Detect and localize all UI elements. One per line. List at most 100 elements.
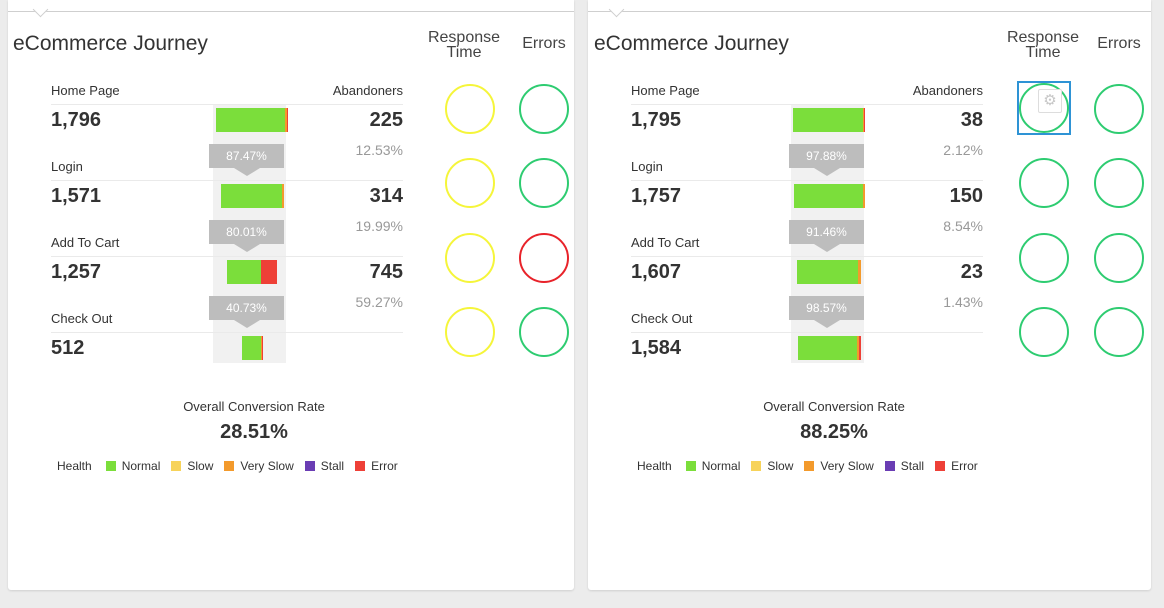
- errors-header: Errors: [522, 35, 566, 52]
- badge-arrow: [233, 168, 260, 176]
- badge-arrow: [813, 168, 840, 176]
- legend-item-error: Error: [355, 459, 398, 473]
- step-divider: [51, 104, 403, 105]
- health-segment-normal: [793, 108, 863, 132]
- legend-label: Normal: [121, 459, 161, 473]
- step-health-bar[interactable]: [221, 184, 284, 208]
- step-count: 1,757: [631, 185, 682, 207]
- step-health-bar[interactable]: [793, 108, 865, 132]
- legend-item-error: Error: [935, 459, 978, 473]
- errors-status-ring[interactable]: [519, 233, 569, 283]
- health-legend: Health Normal Slow Very Slow Stall Error: [57, 459, 409, 473]
- step-conversion-badge: 91.46%: [789, 220, 864, 252]
- response-time-status-ring[interactable]: [445, 84, 495, 134]
- legend-swatch: [304, 461, 315, 471]
- step-health-bar[interactable]: [216, 108, 288, 132]
- response-time-header: Response Time: [1006, 29, 1080, 61]
- step-divider: [631, 256, 983, 257]
- step-health-bar[interactable]: [227, 260, 277, 284]
- legend-label: Slow: [187, 459, 214, 473]
- errors-status-ring[interactable]: [519, 84, 569, 134]
- legend-item-very-slow: Very Slow: [224, 459, 294, 473]
- response-time-status-ring[interactable]: [445, 233, 495, 283]
- step-name: Check Out: [631, 311, 693, 326]
- response-time-status-ring[interactable]: [445, 158, 495, 208]
- step-divider: [51, 256, 403, 257]
- legend-swatch: [935, 461, 946, 471]
- abandoners-count: 38: [960, 109, 983, 131]
- abandoners-count: 745: [369, 261, 403, 283]
- legend-item-slow: Slow: [751, 459, 793, 473]
- health-segment-normal: [221, 184, 283, 208]
- step-conversion-badge: 40.73%: [209, 296, 284, 328]
- response-time-status-ring[interactable]: [1019, 233, 1069, 283]
- step-health-bar[interactable]: [794, 184, 865, 208]
- abandon-pct: 1.43%: [943, 294, 983, 310]
- abandoners-header: Abandoners: [912, 83, 983, 98]
- step-name: Home Page: [631, 83, 700, 98]
- step-health-bar[interactable]: [242, 336, 263, 360]
- step-conversion-badge: 97.88%: [789, 144, 864, 176]
- health-segment-error: [261, 260, 277, 284]
- journey-panel-1: eCommerce Journey Response Time Errors A…: [8, 0, 574, 590]
- response-time-status-ring[interactable]: [1019, 158, 1069, 208]
- panel-notch: [32, 1, 49, 18]
- badge-arrow: [813, 244, 840, 252]
- badge-arrow: [233, 244, 260, 252]
- errors-status-ring[interactable]: [1094, 158, 1144, 208]
- legend-label: Stall: [320, 459, 345, 473]
- abandoners-count: 225: [369, 109, 403, 131]
- legend-label: Very Slow: [820, 459, 874, 473]
- step-divider: [631, 104, 983, 105]
- overall-conversion-label: Overall Conversion Rate: [763, 399, 905, 414]
- abandoners-count: 150: [949, 185, 983, 207]
- health-segment-normal: [794, 184, 863, 208]
- step-name: Login: [631, 159, 663, 174]
- response-time-status-ring[interactable]: [1019, 307, 1069, 357]
- legend-swatch: [355, 461, 366, 471]
- legend-label: Stall: [900, 459, 925, 473]
- legend-item-slow: Slow: [171, 459, 213, 473]
- legend-title: Health: [57, 459, 92, 473]
- step-name: Add To Cart: [631, 235, 700, 250]
- errors-status-ring[interactable]: [1094, 84, 1144, 134]
- legend-swatch: [804, 461, 815, 471]
- errors-status-ring[interactable]: [519, 158, 569, 208]
- response-time-status-ring[interactable]: [445, 307, 495, 357]
- step-divider: [51, 180, 403, 181]
- legend-label: Slow: [767, 459, 794, 473]
- gear-icon[interactable]: ⚙: [1038, 89, 1062, 113]
- legend-label: Error: [371, 459, 398, 473]
- overall-conversion-value: 28.51%: [220, 421, 288, 443]
- legend-item-stall: Stall: [884, 459, 925, 473]
- panel-title: eCommerce Journey: [594, 32, 789, 55]
- step-conversion-value: 40.73%: [226, 301, 267, 315]
- panel-top-divider: [8, 11, 574, 12]
- abandoners-count: 314: [369, 185, 403, 207]
- health-segment-very-slow: [282, 184, 284, 208]
- health-segment-normal: [797, 260, 859, 284]
- step-divider: [51, 332, 403, 333]
- step-count: 1,257: [51, 261, 102, 283]
- step-health-bar[interactable]: [797, 260, 861, 284]
- panel-notch: [608, 1, 625, 18]
- legend-label: Normal: [701, 459, 741, 473]
- errors-status-ring[interactable]: [519, 307, 569, 357]
- legend-item-very-slow: Very Slow: [804, 459, 874, 473]
- step-name: Add To Cart: [51, 235, 120, 250]
- abandon-pct: 2.12%: [943, 142, 983, 158]
- errors-status-ring[interactable]: [1094, 307, 1144, 357]
- errors-status-ring[interactable]: [1094, 233, 1144, 283]
- step-conversion-value: 98.57%: [806, 301, 847, 315]
- legend-swatch: [171, 461, 182, 471]
- legend-swatch: [685, 461, 696, 471]
- step-divider: [631, 332, 983, 333]
- abandon-pct: 12.53%: [355, 142, 403, 158]
- step-conversion-value: 80.01%: [226, 225, 267, 239]
- health-legend: Health Normal Slow Very Slow Stall Error: [637, 459, 989, 473]
- step-health-bar[interactable]: [798, 336, 861, 360]
- step-count: 512: [51, 337, 85, 359]
- legend-swatch: [884, 461, 895, 471]
- step-count: 1,796: [51, 109, 102, 131]
- legend-label: Very Slow: [240, 459, 294, 473]
